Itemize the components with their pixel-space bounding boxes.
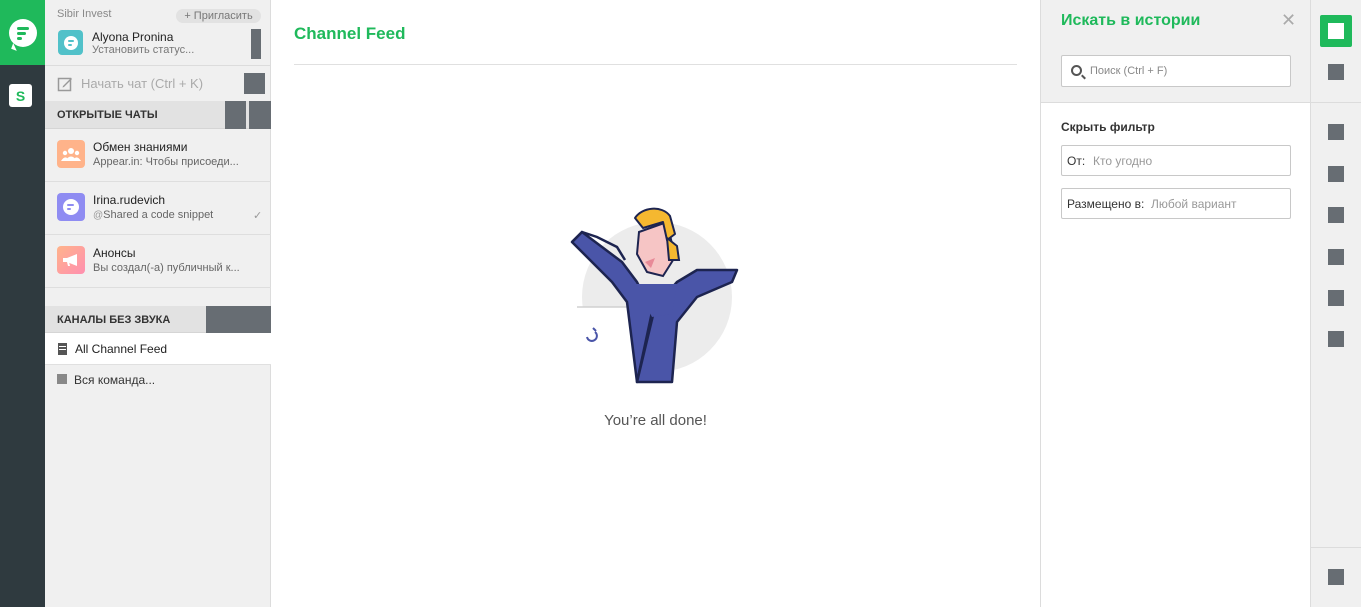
- toolbar-button-icon[interactable]: [1328, 569, 1344, 585]
- from-filter-label: От:: [1067, 154, 1086, 168]
- posted-in-filter-value: Любой вариант: [1151, 197, 1237, 211]
- search-input[interactable]: Поиск (Ctrl + F): [1061, 55, 1291, 87]
- open-chats-action-icon[interactable]: [225, 101, 246, 129]
- chat-name: Анонсы: [93, 246, 136, 260]
- relaxing-person-illustration: [570, 207, 739, 384]
- team-icon: [57, 374, 67, 384]
- invite-button[interactable]: + Пригласить: [176, 9, 261, 23]
- open-chats-header: ОТКРЫТЫЕ ЧАТЫ: [45, 101, 271, 129]
- mention-icon: @: [93, 210, 104, 221]
- sidebar-item-whole-team[interactable]: Вся команда...: [45, 366, 271, 394]
- search-panel: Искать в истории ✕ Поиск (Ctrl + F) Скры…: [1040, 0, 1310, 607]
- set-status-link[interactable]: Установить статус...: [92, 44, 194, 56]
- chat-preview: Вы создал(-а) публичный к...: [93, 262, 240, 274]
- muted-channels-header: КАНАЛЫ БЕЗ ЗВУКА: [45, 306, 271, 333]
- toolbar-button-icon[interactable]: [1328, 331, 1344, 347]
- workspace-switch-button[interactable]: S: [9, 84, 32, 107]
- team-name: Sibir Invest: [57, 8, 112, 20]
- toolbar-button-icon[interactable]: [1328, 166, 1344, 182]
- from-filter-field[interactable]: От: Кто угодно: [1061, 145, 1291, 176]
- posted-in-filter-label: Размещено в:: [1067, 197, 1145, 211]
- page-title: Channel Feed: [294, 24, 406, 43]
- toolbar-button-icon[interactable]: [1328, 290, 1344, 306]
- user-profile: Sibir Invest + Пригласить Alyona Pronina…: [45, 0, 271, 66]
- toolbar-button-icon[interactable]: [1328, 249, 1344, 265]
- from-filter-value: Кто угодно: [1093, 154, 1153, 168]
- sidebar-item-label: Вся команда...: [74, 373, 156, 387]
- divider: [1311, 102, 1361, 103]
- channel-feed-panel: Channel Feed You’re all done!: [271, 0, 1040, 607]
- read-check-icon: ✓: [253, 210, 263, 222]
- toolbar-button-icon[interactable]: [1328, 124, 1344, 140]
- app-logo[interactable]: [0, 0, 45, 65]
- posted-in-filter-field[interactable]: Размещено в: Любой вариант: [1061, 188, 1291, 219]
- open-chats-menu-icon[interactable]: [249, 101, 271, 129]
- chat-preview-text: Shared a code snippet: [103, 209, 214, 221]
- workspace-rail: S: [0, 0, 45, 607]
- close-icon[interactable]: ✕: [1281, 10, 1296, 31]
- search-title: Искать в истории: [1061, 12, 1201, 29]
- divider: [1311, 547, 1361, 548]
- feed-icon: [58, 343, 67, 355]
- start-chat-action-icon[interactable]: [244, 73, 265, 94]
- divider: [294, 64, 1017, 65]
- chat-preview: Appear.in: Чтобы присоеди...: [93, 156, 239, 168]
- chat-logo-icon: [8, 18, 37, 47]
- chat-item-irina[interactable]: Irina.rudevich @Shared a code snippet ✓: [45, 182, 271, 235]
- group-icon: [57, 140, 85, 168]
- muted-channels-title: КАНАЛЫ БЕЗ ЗВУКА: [57, 314, 171, 326]
- start-chat-label: Начать чат (Ctrl + K): [81, 76, 204, 91]
- search-panel-toggle-button[interactable]: [1320, 15, 1352, 47]
- toolbar-button-icon[interactable]: [1328, 207, 1344, 223]
- chat-sidebar: Sibir Invest + Пригласить Alyona Pronina…: [45, 0, 271, 607]
- muted-channels-action-icon[interactable]: [206, 306, 271, 333]
- search-placeholder: Поиск (Ctrl + F): [1090, 65, 1168, 77]
- avatar[interactable]: [58, 30, 83, 55]
- search-icon: [1071, 65, 1082, 76]
- chat-name: Обмен знаниями: [93, 140, 188, 154]
- chat-preview: @Shared a code snippet: [93, 209, 213, 221]
- sidebar-item-all-channel-feed[interactable]: All Channel Feed: [45, 333, 271, 365]
- start-chat-button[interactable]: Начать чат (Ctrl + K): [45, 67, 271, 101]
- compose-icon: [57, 77, 72, 92]
- panel-icon: [1328, 23, 1344, 39]
- right-toolbar: [1310, 0, 1361, 607]
- chat-bubble-icon: [57, 193, 85, 221]
- chat-item-announcements[interactable]: Анонсы Вы создал(-а) публичный к...: [45, 235, 271, 288]
- app-window: S Sibir Invest + Пригласить Alyona Proni…: [0, 0, 1361, 607]
- megaphone-icon: [57, 246, 85, 274]
- scrollbar-thumb[interactable]: [251, 29, 261, 59]
- open-chats-title: ОТКРЫТЫЕ ЧАТЫ: [57, 109, 158, 121]
- user-name[interactable]: Alyona Pronina: [92, 30, 173, 44]
- sidebar-item-label: All Channel Feed: [75, 342, 168, 356]
- search-header: Искать в истории ✕ Поиск (Ctrl + F): [1041, 0, 1310, 103]
- empty-state-message: You’re all done!: [604, 412, 707, 429]
- toolbar-button-icon[interactable]: [1328, 64, 1344, 80]
- chat-name: Irina.rudevich: [93, 193, 166, 207]
- hide-filter-toggle[interactable]: Скрыть фильтр: [1061, 120, 1155, 134]
- chat-bubble-icon: [63, 35, 78, 50]
- chat-item-knowledge[interactable]: Обмен знаниями Appear.in: Чтобы присоеди…: [45, 129, 271, 182]
